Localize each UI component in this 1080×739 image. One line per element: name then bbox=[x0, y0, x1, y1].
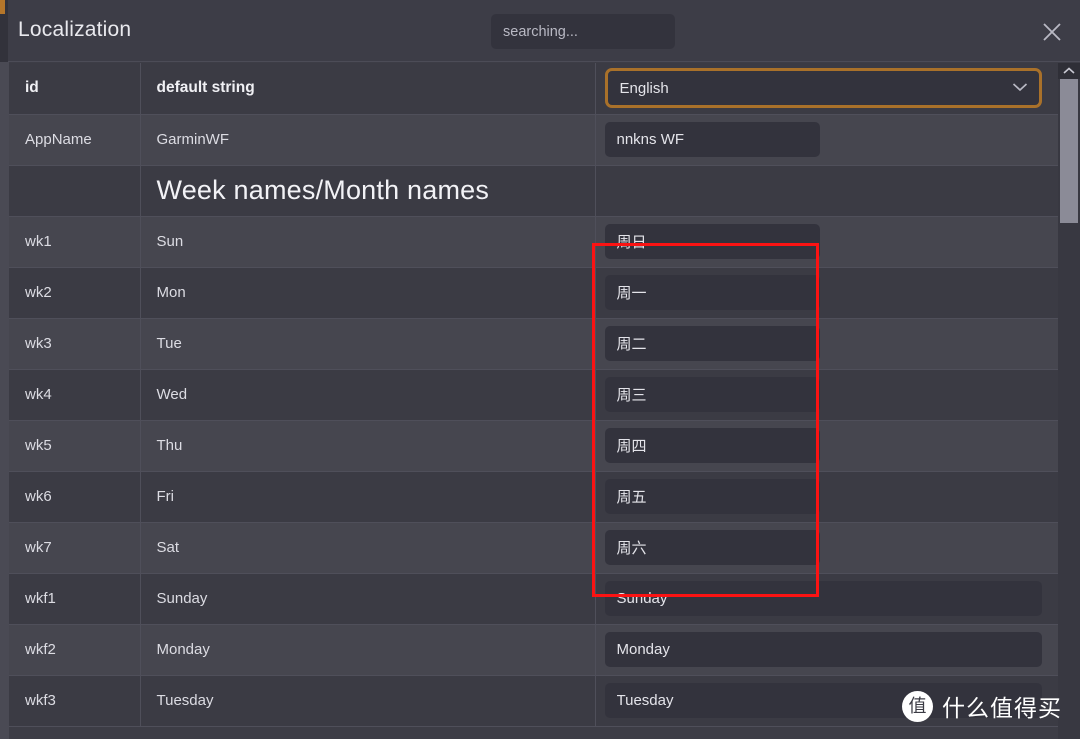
table-row: wkf2 Monday bbox=[9, 624, 1058, 676]
cell-id: AppName bbox=[9, 114, 141, 166]
cell-default-string: Tue bbox=[140, 318, 596, 370]
cell-id: wk6 bbox=[9, 471, 141, 523]
cell-translation bbox=[595, 114, 1058, 166]
column-header-default-string: default string bbox=[140, 63, 596, 115]
table-row: wkf1 Sunday bbox=[9, 573, 1058, 625]
chevron-up-icon[interactable] bbox=[1058, 63, 1080, 79]
cell-translation bbox=[595, 216, 1058, 268]
translation-input[interactable] bbox=[604, 377, 820, 412]
table-row: wk1 Sun bbox=[9, 216, 1058, 268]
localization-table-container: iddefault stringAppNameGarminWFWeek name… bbox=[9, 63, 1058, 739]
translation-input[interactable] bbox=[604, 428, 820, 463]
cell-id: wk7 bbox=[9, 522, 141, 574]
cell-default-string: Monday bbox=[140, 624, 596, 676]
table-row: wkf3 Tuesday bbox=[9, 675, 1058, 727]
table-section-row: Week names/Month names bbox=[9, 165, 1058, 217]
translation-input[interactable] bbox=[604, 581, 1042, 616]
window-titlebar: Localization bbox=[0, 0, 1080, 62]
cell-translation bbox=[595, 369, 1058, 421]
section-spacer bbox=[9, 165, 141, 217]
cell-id: wk1 bbox=[9, 216, 141, 268]
translation-input[interactable] bbox=[604, 632, 1042, 667]
cell-default-string: GarminWF bbox=[140, 114, 596, 166]
translation-input[interactable] bbox=[604, 683, 1042, 718]
column-header-language bbox=[595, 63, 1058, 115]
table-row: wk4 Wed bbox=[9, 369, 1058, 421]
cell-id: wk5 bbox=[9, 420, 141, 472]
table-row: wk3 Tue bbox=[9, 318, 1058, 370]
translation-input[interactable] bbox=[604, 275, 820, 310]
localization-window: Localization iddefault stringAppNameGarm… bbox=[0, 0, 1080, 739]
cell-default-string: Sunday bbox=[140, 573, 596, 625]
table-row: wk6 Fri bbox=[9, 471, 1058, 523]
table-row: wk2 Mon bbox=[9, 267, 1058, 319]
cell-translation bbox=[595, 420, 1058, 472]
cell-default-string: Fri bbox=[140, 471, 596, 523]
cell-id: wk3 bbox=[9, 318, 141, 370]
column-header-id: id bbox=[9, 63, 141, 115]
titlebar-divider bbox=[8, 61, 1080, 62]
cell-default-string: Sat bbox=[140, 522, 596, 574]
vertical-scrollbar[interactable] bbox=[1058, 63, 1080, 739]
cell-translation bbox=[595, 675, 1058, 727]
language-select[interactable] bbox=[604, 68, 1042, 109]
localization-table: iddefault stringAppNameGarminWFWeek name… bbox=[9, 63, 1058, 727]
table-row: wk7 Sat bbox=[9, 522, 1058, 574]
cell-default-string: Sun bbox=[140, 216, 596, 268]
table-header-row: id default string bbox=[9, 63, 1058, 115]
translation-input[interactable] bbox=[604, 224, 820, 259]
cell-id: wkf2 bbox=[9, 624, 141, 676]
cell-id: wk4 bbox=[9, 369, 141, 421]
page-title: Localization bbox=[18, 18, 132, 41]
cell-translation bbox=[595, 318, 1058, 370]
cell-translation bbox=[595, 624, 1058, 676]
accent-marker bbox=[0, 0, 5, 14]
table-row: AppName GarminWF bbox=[9, 114, 1058, 166]
cell-default-string: Thu bbox=[140, 420, 596, 472]
scrollbar-thumb[interactable] bbox=[1060, 79, 1078, 223]
table-row: wk5 Thu bbox=[9, 420, 1058, 472]
cell-id: wk2 bbox=[9, 267, 141, 319]
cell-translation bbox=[595, 471, 1058, 523]
cell-translation bbox=[595, 522, 1058, 574]
cell-id: wkf1 bbox=[9, 573, 141, 625]
left-rail bbox=[0, 62, 9, 739]
cell-translation bbox=[595, 573, 1058, 625]
translation-input[interactable] bbox=[604, 530, 820, 565]
translation-input[interactable] bbox=[604, 326, 820, 361]
cell-default-string: Mon bbox=[140, 267, 596, 319]
translation-input[interactable] bbox=[604, 479, 820, 514]
translation-input[interactable] bbox=[604, 122, 820, 157]
search-input[interactable] bbox=[491, 14, 675, 49]
section-title: Week names/Month names bbox=[140, 165, 596, 217]
cell-default-string: Tuesday bbox=[140, 675, 596, 727]
cell-translation bbox=[595, 267, 1058, 319]
cell-default-string: Wed bbox=[140, 369, 596, 421]
cell-id: wkf3 bbox=[9, 675, 141, 727]
section-value-spacer bbox=[595, 165, 1058, 217]
table-body: iddefault stringAppNameGarminWFWeek name… bbox=[9, 63, 1058, 727]
close-icon[interactable] bbox=[1036, 16, 1068, 48]
